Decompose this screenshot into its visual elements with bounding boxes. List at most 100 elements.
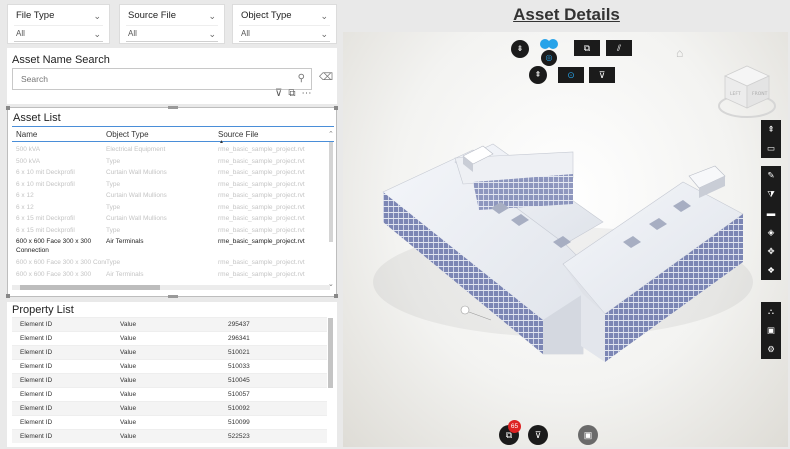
table-row[interactable]: 6 x 10 mit Deckprofil Curtain Wall Mullio… (12, 167, 328, 179)
drag-handle[interactable] (168, 106, 178, 109)
source-file-value[interactable]: All (128, 29, 137, 38)
hatch-icon[interactable]: ⫽ (606, 40, 632, 56)
chevron-down-icon[interactable]: ⌄ (208, 29, 216, 40)
camera-icon[interactable]: ▭ (761, 139, 781, 158)
search-icon[interactable]: ⚲ (298, 73, 305, 84)
filter-icon[interactable]: ⊽ (275, 88, 282, 99)
vertical-scrollbar[interactable] (328, 318, 333, 388)
file-type-label: File Type (16, 10, 55, 21)
file-type-value[interactable]: All (16, 29, 25, 38)
view-cube[interactable]: LEFT FRONT (717, 62, 777, 126)
filter-clear-icon[interactable]: ⊽ (528, 425, 548, 445)
property-cell-property: Element ID (20, 349, 53, 356)
resize-handle[interactable] (334, 106, 338, 110)
measure-pencil-icon[interactable]: ✎ (761, 166, 781, 185)
search-box[interactable]: ⚲ (12, 68, 312, 90)
table-row[interactable]: 600 x 600 Face 300 x 300 Connection Air T… (12, 236, 328, 257)
property-row[interactable]: Element ID Value 510045 (12, 373, 327, 387)
property-cell-value: 295437 (228, 321, 250, 328)
underline (14, 41, 103, 42)
table-cell-source: rme_basic_sample_project.rvt (218, 238, 305, 245)
property-row[interactable]: Element ID Value 295437 (12, 317, 327, 331)
table-cell-type: Type (106, 259, 121, 266)
gear-icon[interactable]: ⚙ (761, 340, 781, 359)
property-list-title: Property List (12, 304, 74, 316)
asset-list-panel: Asset List Name Object Type Source File … (6, 106, 338, 298)
table-cell-source: rme_basic_sample_project.rvt (218, 157, 305, 165)
table-row[interactable]: 6 x 10 mit Deckprofil Type rme_basic_sampl… (12, 179, 328, 191)
filter-icon[interactable]: ⊽ (589, 67, 615, 83)
property-cell-value: 510057 (228, 391, 250, 398)
section-icon[interactable]: ⧩ (761, 185, 781, 204)
table-cell-source: rme_basic_sample_project.rvt (218, 203, 305, 211)
resize-handle[interactable] (6, 106, 10, 110)
search-input[interactable] (13, 69, 273, 89)
resize-handle[interactable] (6, 294, 10, 298)
column-header-name[interactable]: Name (12, 130, 106, 139)
save-icon[interactable]: ▣ (578, 425, 598, 445)
drag-handle[interactable] (168, 295, 178, 298)
folder-icon[interactable]: ▬ (761, 204, 781, 223)
orbit-blue-icon[interactable] (540, 38, 558, 50)
table-row[interactable]: 500 kVA Electrical Equipment rme_basic_sam… (12, 144, 328, 156)
scroll-thumb[interactable] (20, 285, 160, 290)
explode-icon[interactable]: ✥ (761, 242, 781, 261)
column-header-object-type[interactable]: Object Type (106, 130, 218, 139)
chevron-down-icon[interactable]: ⌄ (93, 29, 101, 40)
eraser-icon[interactable]: ⌫ (319, 72, 333, 83)
table-cell-name: 600 x 600 Face 300 x 300 Connection (16, 259, 106, 266)
cube-face-front[interactable]: FRONT (752, 91, 768, 97)
property-row[interactable]: Element ID Value 522523 (12, 429, 327, 443)
table-row[interactable]: 500 kVA Type rme_basic_sample_project.rvt (12, 156, 328, 168)
table-row[interactable]: 600 x 600 Face 300 x 300 ConnectionType r… (12, 257, 328, 269)
source-file-filter[interactable]: Source File ⌄ All ⌄ (119, 4, 225, 44)
object-type-value[interactable]: All (241, 29, 250, 38)
table-row[interactable]: 6 x 12 Type rme_basic_sample_project.rvt (12, 202, 328, 214)
column-header-source-file[interactable]: Source File (218, 130, 328, 139)
model-viewer[interactable]: ⇟ ◎ ⧉ ⫽ ⇞ ⊙ ⊽ ⌂ LEFT FRONT ⇞ ▭ ✎ ⧩ ▬ ◈ ✥… (343, 32, 788, 447)
property-cell-value: 510045 (228, 377, 250, 384)
property-row[interactable]: Element ID Value 510092 (12, 401, 327, 415)
model-layers-icon[interactable]: ◈ (761, 223, 781, 242)
structure-icon[interactable]: ⛬ (761, 302, 781, 321)
property-row[interactable]: Element ID Value 510057 (12, 387, 327, 401)
table-row[interactable]: 600 x 600 Face 300 x 300 Air Terminals rme… (12, 269, 328, 281)
property-table: Element ID Value 295437 Element ID Value 2963… (12, 317, 327, 443)
focus-target-icon[interactable]: ⊙ (558, 67, 584, 83)
property-row[interactable]: Element ID Value 510021 (12, 345, 327, 359)
property-row[interactable]: Element ID Value 510099 (12, 415, 327, 429)
visual-header-tools: ⊽ ⧉ ⋯ (275, 88, 311, 99)
vertical-scrollbar[interactable]: ⌃ ⌄ (328, 128, 334, 288)
cube-face-left[interactable]: LEFT (730, 91, 741, 97)
table-row[interactable]: 6 x 12 Curtain Wall Mullions rme_basic_sam… (12, 190, 328, 202)
properties-icon[interactable]: ▣ (761, 321, 781, 340)
horizontal-scrollbar[interactable] (12, 285, 330, 290)
target-icon[interactable]: ◎ (541, 50, 557, 66)
property-row[interactable]: Element ID Value 510033 (12, 359, 327, 373)
home-icon[interactable]: ⌂ (676, 46, 683, 60)
object-type-filter[interactable]: Object Type ⌄ All ⌄ (232, 4, 337, 44)
copy-layers-icon[interactable]: ⧉ (574, 40, 600, 56)
property-cell-label: Value (120, 433, 137, 440)
collapse-up-icon[interactable]: ⇟ (511, 40, 529, 58)
walk-icon[interactable]: ⇞ (761, 120, 781, 139)
property-cell-property: Element ID (20, 321, 53, 328)
table-row[interactable]: 6 x 15 mit Deckprofil Type rme_basic_sampl… (12, 225, 328, 237)
resize-handle[interactable] (334, 294, 338, 298)
table-cell-name: 6 x 10 mit Deckprofil (16, 169, 75, 176)
settings-model-icon[interactable]: ❖ (761, 261, 781, 280)
property-cell-value: 296341 (228, 335, 250, 342)
focus-mode-icon[interactable]: ⧉ (288, 88, 295, 99)
property-row[interactable]: Element ID Value 296341 (12, 331, 327, 345)
file-type-filter[interactable]: File Type ⌄ All ⌄ (7, 4, 110, 44)
source-file-label: Source File (128, 10, 177, 21)
property-cell-label: Value (120, 405, 137, 412)
property-cell-value: 510033 (228, 363, 250, 370)
asset-list-title: Asset List (13, 112, 61, 124)
notification-badge: 65 (508, 420, 521, 433)
chevron-down-icon[interactable]: ⌄ (320, 29, 328, 40)
table-row[interactable]: 6 x 15 mit Deckprofil Curtain Wall Mullio… (12, 213, 328, 225)
more-options-icon[interactable]: ⋯ (301, 88, 311, 99)
collapse-down-icon[interactable]: ⇞ (529, 66, 547, 84)
chevron-down-icon: ⌄ (208, 11, 216, 21)
